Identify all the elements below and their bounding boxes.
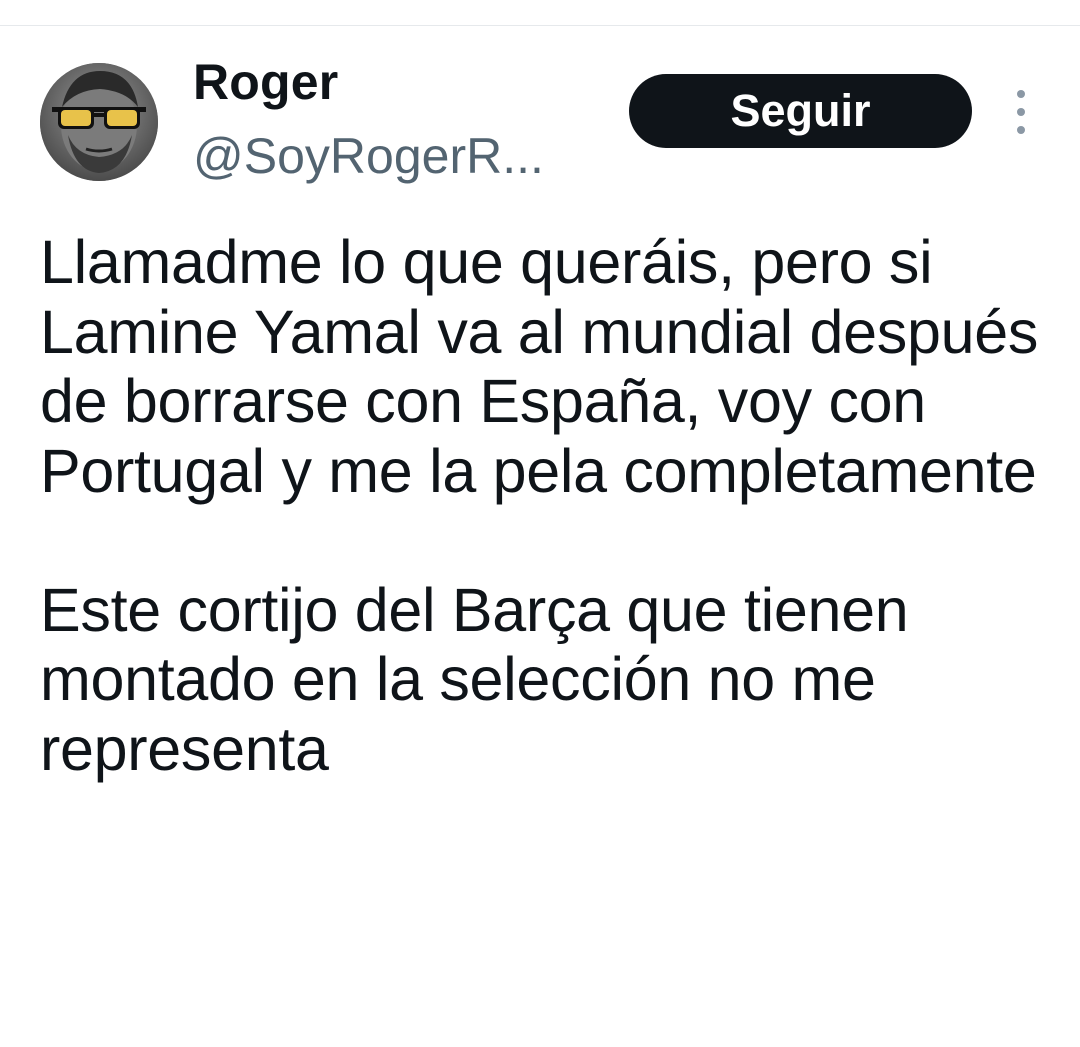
tweet-paragraph-1: Llamadme lo que queráis, pero si Lamine … — [40, 228, 1039, 505]
tweet-paragraph-2: Este cortijo del Barça que tienen montad… — [40, 575, 909, 783]
more-vertical-icon-dot-3 — [1017, 126, 1025, 134]
avatar-photo-icon — [40, 63, 158, 181]
more-options-button[interactable] — [1004, 90, 1038, 134]
follow-button[interactable]: Seguir — [629, 74, 972, 148]
top-divider — [0, 25, 1080, 26]
more-vertical-icon-dot-2 — [1017, 108, 1025, 116]
author-handle[interactable]: @SoyRogerR... — [193, 124, 544, 188]
author-avatar[interactable] — [40, 63, 158, 181]
more-vertical-icon — [1017, 90, 1025, 98]
tweet-text: Llamadme lo que queráis, pero si Lamine … — [40, 228, 1050, 784]
author-display-name[interactable]: Roger — [193, 50, 338, 114]
